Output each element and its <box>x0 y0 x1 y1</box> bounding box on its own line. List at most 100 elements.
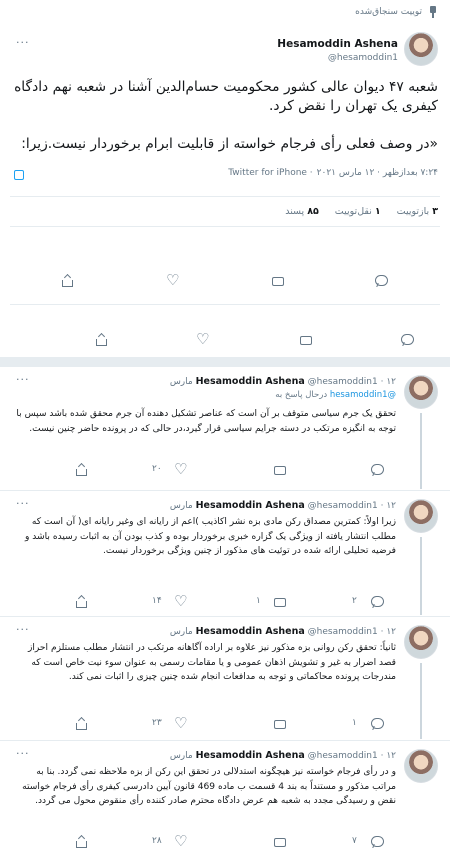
reply-text: و در رأی فرجام خواسته نیز هیچگونه استدلا… <box>22 767 396 807</box>
avatar[interactable] <box>404 499 438 533</box>
like-count: ۸۵ <box>307 206 319 217</box>
reply-icon[interactable] <box>400 333 414 347</box>
likes-stat[interactable]: ۸۵پسند <box>285 206 319 217</box>
share-icon[interactable] <box>94 333 108 347</box>
avatar[interactable] <box>404 625 438 659</box>
author-handle[interactable]: @hesamoddin1 <box>328 53 398 63</box>
author-handle[interactable]: @hesamoddin1 <box>308 751 378 761</box>
author-name[interactable]: Hesamoddin Ashena <box>196 376 305 387</box>
like-icon[interactable] <box>174 714 188 732</box>
analytics-icon[interactable] <box>14 170 24 180</box>
tweet-meta: ۷:۲۴ بعدازظهر · ۱۲ مارس ۲۰۲۱ · Twitter f… <box>228 168 438 178</box>
in-reply-to: @hesamoddin1 درحال پاسخ به <box>275 390 396 400</box>
tweet-source[interactable]: · Twitter for iPhone <box>228 168 312 178</box>
retweets-stat[interactable]: ۱نقل‌توییت <box>335 206 381 217</box>
like-icon[interactable] <box>174 460 188 478</box>
author-name[interactable]: Hesamoddin Ashena <box>277 38 398 50</box>
pinned-indicator: توییت سنجاق‌شده <box>355 6 438 18</box>
reply-icon[interactable] <box>370 463 384 477</box>
author-name[interactable]: Hesamoddin Ashena <box>196 500 305 511</box>
tweet-stats: ۳بازتوییت ۱نقل‌توییت ۸۵پسند <box>285 206 438 217</box>
reply-tweet[interactable]: Hesamoddin Ashena @hesamoddin1 · ۱۲ مارس… <box>0 367 450 491</box>
reply-icon[interactable] <box>370 835 384 849</box>
pinned-label: توییت سنجاق‌شده <box>355 7 422 17</box>
in-reply-label: درحال پاسخ به <box>275 390 328 400</box>
section-gap <box>0 357 450 367</box>
author-handle[interactable]: @hesamoddin1 <box>308 627 378 637</box>
reply-header: Hesamoddin Ashena @hesamoddin1 · ۱۲ مارس <box>170 500 396 511</box>
avatar[interactable] <box>404 32 438 66</box>
reply-icon[interactable] <box>370 595 384 609</box>
reply-actions: ۲۰ <box>0 460 450 479</box>
like-count: ۲۰ <box>152 464 162 474</box>
share-icon[interactable] <box>74 717 88 731</box>
share-icon[interactable] <box>60 274 74 288</box>
retweet-icon[interactable] <box>298 333 312 347</box>
quote-label: بازتوییت <box>396 206 430 217</box>
author-handle[interactable]: @hesamoddin1 <box>308 501 378 511</box>
share-icon[interactable] <box>74 595 88 609</box>
divider <box>10 196 440 197</box>
retweet-icon[interactable] <box>272 717 286 731</box>
pin-icon <box>428 6 438 18</box>
like-icon[interactable] <box>196 330 210 348</box>
reply-header: Hesamoddin Ashena @hesamoddin1 · ۱۲ مارس <box>170 750 396 761</box>
like-label: پسند <box>285 206 305 217</box>
reply-tweet[interactable]: Hesamoddin Ashena @hesamoddin1 · ۱۲ مارس… <box>0 617 450 741</box>
tweet-header: Hesamoddin Ashena @hesamoddin1 ··· <box>0 30 450 70</box>
more-options-icon[interactable]: ··· <box>16 747 30 760</box>
retweet-icon[interactable] <box>272 595 286 609</box>
retweet-icon[interactable] <box>272 835 286 849</box>
divider <box>10 226 440 227</box>
reply-header: Hesamoddin Ashena @hesamoddin1 · ۱۲ مارس <box>170 626 396 637</box>
tweet-paragraph-1: شعبه ۴۷ دیوان عالی کشور محکومیت حسام‌الد… <box>14 79 438 114</box>
main-tweet: Hesamoddin Ashena @hesamoddin1 ··· شعبه … <box>0 30 450 173</box>
more-options-icon[interactable]: ··· <box>16 36 30 49</box>
reply-count: ۲ <box>352 596 357 606</box>
retweet-icon[interactable] <box>270 274 284 288</box>
author-handle[interactable]: @hesamoddin1 <box>308 377 378 387</box>
author-name[interactable]: Hesamoddin Ashena <box>196 626 305 637</box>
main-actions-row-2 <box>0 330 450 353</box>
reply-tweet[interactable]: Hesamoddin Ashena @hesamoddin1 · ۱۲ مارس… <box>0 491 450 617</box>
reply-text: زیرا اولاً: کمترین مصداق رکن مادی بزه نش… <box>24 517 396 557</box>
share-icon[interactable] <box>74 835 88 849</box>
like-icon[interactable] <box>174 832 188 850</box>
quote-count: ۳ <box>432 206 438 217</box>
reply-tweet[interactable]: Hesamoddin Ashena @hesamoddin1 · ۱۲ مارس… <box>0 741 450 856</box>
reply-actions: ۷ ۲۸ <box>0 832 450 851</box>
retweet-count: ۱ <box>256 596 261 606</box>
reply-icon[interactable] <box>374 274 388 288</box>
tweet-page: توییت سنجاق‌شده Hesamoddin Ashena @hesam… <box>0 0 450 856</box>
tweet-text: شعبه ۴۷ دیوان عالی کشور محکومیت حسام‌الد… <box>0 70 450 154</box>
like-count: ۲۳ <box>152 718 162 728</box>
retweet-label: نقل‌توییت <box>334 206 372 217</box>
tweet-paragraph-2: «در وصف فعلی رأی فرجام خواسته از قابلیت … <box>21 136 438 152</box>
divider <box>10 304 440 305</box>
reply-text: ثانیاً: تحقق رکن روانی بزه مذکور نیز علا… <box>27 643 396 683</box>
reply-actions: ۱ ۲۳ <box>0 714 450 733</box>
like-count: ۱۴ <box>152 596 162 606</box>
avatar[interactable] <box>404 375 438 409</box>
reply-count: ۷ <box>352 836 357 846</box>
like-icon[interactable] <box>166 271 180 289</box>
reply-actions: ۲ ۱ ۱۴ <box>0 592 450 611</box>
share-icon[interactable] <box>74 463 88 477</box>
more-options-icon[interactable]: ··· <box>16 373 30 386</box>
like-count: ۲۸ <box>152 836 162 846</box>
tweet-time[interactable]: ۷:۲۴ بعدازظهر · ۱۲ مارس ۲۰۲۱ <box>317 168 438 178</box>
main-actions-row-1 <box>0 271 450 294</box>
author-name[interactable]: Hesamoddin Ashena <box>196 750 305 761</box>
more-options-icon[interactable]: ··· <box>16 623 30 636</box>
quote-tweets-stat[interactable]: ۳بازتوییت <box>397 206 438 217</box>
reply-count: ۱ <box>352 718 357 728</box>
more-options-icon[interactable]: ··· <box>16 497 30 510</box>
in-reply-handle[interactable]: @hesamoddin1 <box>330 390 396 400</box>
avatar[interactable] <box>404 749 438 783</box>
reply-icon[interactable] <box>370 717 384 731</box>
like-icon[interactable] <box>174 592 188 610</box>
reply-header: Hesamoddin Ashena @hesamoddin1 · ۱۲ مارس <box>170 376 396 387</box>
retweet-count: ۱ <box>374 206 381 217</box>
reply-text: تحقق یک جرم سیاسی متوقف بر آن است که عنا… <box>16 409 396 434</box>
retweet-icon[interactable] <box>272 463 286 477</box>
